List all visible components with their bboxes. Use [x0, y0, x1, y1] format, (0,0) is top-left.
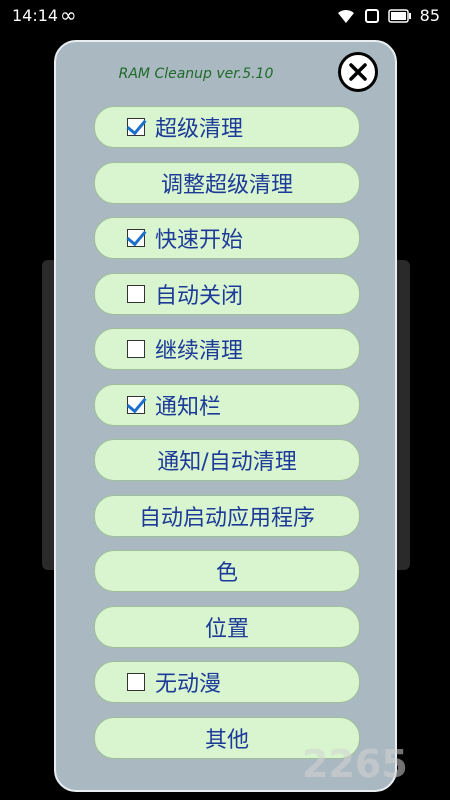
menu-item-label: 继续清理: [155, 339, 244, 364]
checkbox-checked-icon[interactable]: [127, 395, 145, 414]
watermark-logo: 2265: [302, 742, 408, 786]
menu-item-0[interactable]: 超级清理: [94, 106, 360, 148]
menu-item-label: 通知栏: [155, 394, 222, 420]
menu-item-label: 其他: [204, 727, 249, 753]
dialog-title: RAM Cleanup ver.5.10: [118, 66, 274, 82]
checkbox-unchecked-icon[interactable]: [127, 340, 145, 358]
menu-item-3[interactable]: 自动关闭: [94, 272, 360, 315]
menu-item-10[interactable]: 无动漫: [94, 661, 360, 703]
menu-item-8[interactable]: 色: [94, 550, 360, 592]
menu-item-1[interactable]: 调整超级清理: [94, 161, 360, 204]
checkbox-checked-icon[interactable]: [127, 118, 145, 136]
menu-item-7[interactable]: 自动启动应用程序: [94, 494, 360, 537]
menu-item-label: 快速开始: [155, 228, 244, 253]
status-bar: 14:14 ∞ 85: [0, 0, 450, 32]
menu-item-label: 通知/自动清理: [157, 450, 297, 475]
menu-item-5[interactable]: 通知栏: [94, 383, 360, 426]
close-button[interactable]: [338, 52, 378, 92]
checkbox-checked-icon[interactable]: [127, 229, 145, 247]
menu-item-6[interactable]: 通知/自动清理: [94, 439, 360, 481]
menu-item-label: 自动启动应用程序: [138, 505, 315, 531]
checkbox-unchecked-icon[interactable]: [127, 284, 145, 303]
checkbox-unchecked-icon[interactable]: [127, 673, 145, 691]
menu-item-label: 超级清理: [155, 117, 244, 142]
menu-item-4[interactable]: 继续清理: [94, 328, 360, 370]
menu-item-label: 自动关闭: [155, 283, 244, 309]
menu-item-2[interactable]: 快速开始: [94, 217, 360, 259]
menu-item-label: 调整超级清理: [160, 172, 293, 198]
menu-item-label: 色: [215, 561, 238, 586]
status-time: 14:14: [12, 6, 59, 25]
battery-level: 85: [419, 6, 440, 25]
close-icon: [349, 63, 367, 81]
menu-item-label: 位置: [204, 616, 249, 642]
ram-cleanup-dialog: RAM Cleanup ver.5.10 超级清理调整超级清理快速开始自动关闭继…: [54, 40, 397, 792]
sim-icon: [364, 8, 380, 24]
menu-item-label: 无动漫: [155, 672, 222, 697]
loop-icon: ∞: [60, 3, 77, 27]
menu-item-9[interactable]: 位置: [94, 605, 360, 648]
status-icons: 85: [336, 6, 440, 25]
battery-icon: [387, 8, 412, 23]
wifi-icon: [336, 8, 356, 24]
